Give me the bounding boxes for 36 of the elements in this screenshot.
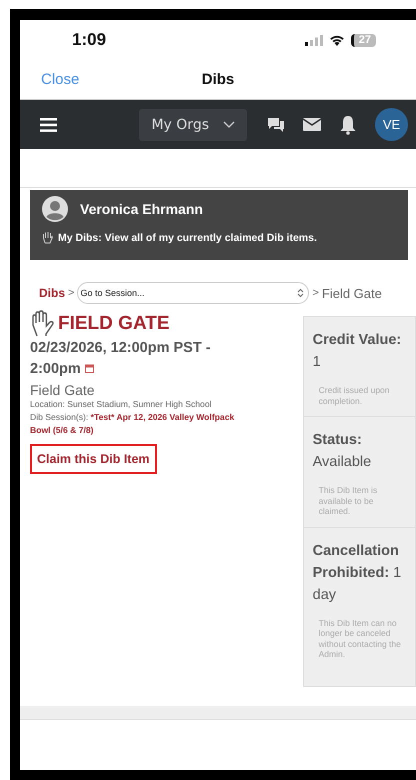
session-select[interactable]: Go to Session...: [77, 282, 310, 304]
battery-indicator: 27: [350, 34, 376, 46]
item-location: Location: Sunset Stadium, Sumner High School: [30, 398, 213, 411]
claim-button[interactable]: Claim this Dib Item: [30, 444, 157, 474]
panel-heading: Credit Value: 1: [312, 331, 402, 372]
bell-icon[interactable]: [339, 114, 357, 134]
user-silhouette-icon: [42, 196, 68, 222]
chevron-down-icon: [223, 121, 235, 128]
panel-note: This Dib Item is available to be claimed.: [318, 485, 378, 516]
signal-icon: [304, 34, 323, 46]
page-title: Dibs: [202, 71, 234, 88]
orgs-dropdown[interactable]: My Orgs: [139, 108, 247, 140]
user-name: Veronica Ehrmann: [80, 201, 203, 217]
menu-icon[interactable]: [40, 118, 57, 132]
breadcrumb-separator: >: [68, 287, 74, 299]
hand-icon: [30, 310, 56, 338]
wifi-icon: [328, 34, 345, 46]
calendar-icon[interactable]: [84, 364, 94, 373]
user-avatar[interactable]: VE: [375, 108, 408, 141]
my-dibs-note: My Dibs: View all of my currently claimed Dib items.: [58, 232, 317, 244]
panel-note: Credit issued upon completion.: [318, 385, 391, 406]
item-title: FIELD GATE: [58, 313, 170, 335]
panel-heading: Status: Available: [312, 431, 372, 472]
hand-icon: [42, 231, 54, 244]
breadcrumb-separator: >: [312, 287, 319, 299]
item-session: Dib Session(s): *Test* Apr 12, 2026 Valley Wolfpack Bowl (5/6 & 7/8): [30, 411, 236, 437]
panel-note: This Dib Item can no longer be canceled without contacting the Admin.: [318, 618, 402, 660]
status-time: 1:09: [72, 30, 106, 50]
sort-arrows-icon: [297, 288, 304, 298]
breadcrumb-link[interactable]: Dibs: [39, 286, 66, 300]
breadcrumb-current: Field Gate: [322, 286, 382, 300]
chat-icon[interactable]: [267, 116, 285, 132]
mail-icon[interactable]: [303, 118, 321, 131]
panel-heading: Cancellation Prohibited: 1 day: [312, 542, 402, 604]
item-datetime: 02/23/2026, 12:00pm PST - 2:00pm: [30, 339, 212, 379]
item-subtitle: Field Gate: [30, 382, 96, 398]
